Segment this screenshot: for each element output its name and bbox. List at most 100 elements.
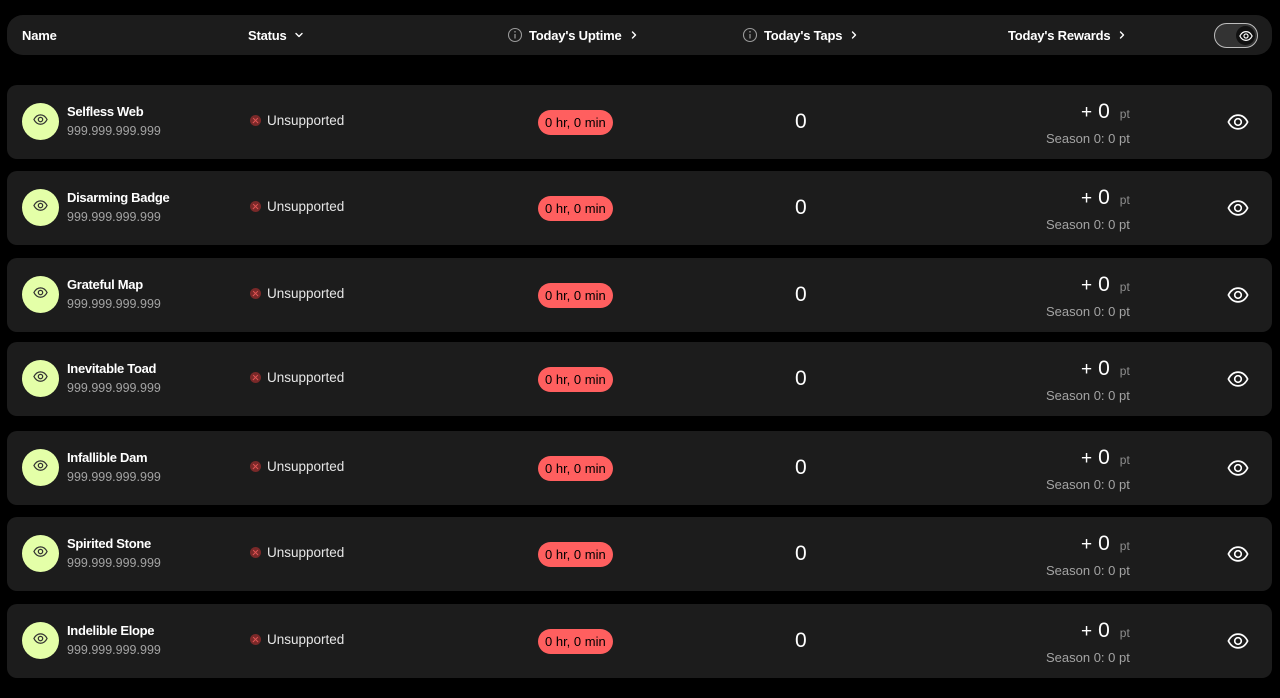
device-ip: 999.999.999.999 (67, 297, 161, 311)
eye-icon[interactable] (1227, 197, 1249, 219)
table-row[interactable]: Indelible Elope 999.999.999.999 Unsuppor… (7, 604, 1272, 678)
reward-plus: + (1081, 448, 1093, 469)
table-row[interactable]: Infallible Dam 999.999.999.999 Unsupport… (7, 431, 1272, 505)
eye-icon (33, 544, 48, 564)
table-header: Name Status Today's Uptime Today's Taps … (7, 15, 1272, 55)
uptime-badge: 0 hr, 0 min (538, 110, 613, 135)
status-badge: Unsupported (250, 199, 344, 214)
reward-value: 0 (1098, 273, 1110, 296)
error-icon (250, 547, 261, 558)
error-icon (250, 201, 261, 212)
uptime-badge: 0 hr, 0 min (538, 456, 613, 481)
eye-icon (33, 198, 48, 218)
eye-icon[interactable] (1227, 630, 1249, 652)
avatar (22, 103, 59, 140)
device-name: Infallible Dam (67, 450, 148, 465)
status-label: Unsupported (267, 113, 345, 128)
device-ip: 999.999.999.999 (67, 643, 161, 657)
device-name: Grateful Map (67, 277, 143, 292)
eye-icon[interactable] (1227, 543, 1249, 565)
reward-unit: pt (1119, 107, 1130, 121)
taps-count: 0 (795, 110, 807, 133)
uptime-badge: 0 hr, 0 min (538, 283, 613, 308)
column-header-rewards[interactable]: Today's Rewards (1008, 15, 1128, 55)
error-icon (250, 461, 261, 472)
device-name: Inevitable Toad (67, 361, 157, 376)
error-icon (250, 288, 261, 299)
table-row[interactable]: Inevitable Toad 999.999.999.999 Unsuppor… (7, 342, 1272, 416)
season-reward: Season 0: 0 pt (1046, 388, 1130, 403)
reward-plus: + (1081, 534, 1093, 555)
reward-value: 0 (1098, 186, 1110, 209)
season-reward: Season 0: 0 pt (1046, 650, 1130, 665)
device-ip: 999.999.999.999 (67, 381, 161, 395)
error-icon (250, 372, 261, 383)
device-ip: 999.999.999.999 (67, 124, 161, 138)
status-badge: Unsupported (250, 545, 344, 560)
device-ip: 999.999.999.999 (67, 470, 161, 484)
season-reward: Season 0: 0 pt (1046, 217, 1130, 232)
eye-icon (33, 631, 48, 651)
error-icon (250, 634, 261, 645)
season-reward: Season 0: 0 pt (1046, 304, 1130, 319)
season-reward: Season 0: 0 pt (1046, 477, 1130, 492)
eye-icon (33, 369, 48, 389)
eye-icon[interactable] (1227, 284, 1249, 306)
status-badge: Unsupported (250, 459, 344, 474)
status-label: Unsupported (267, 632, 345, 647)
status-label: Unsupported (267, 459, 345, 474)
column-header-taps[interactable]: Today's Taps (742, 15, 860, 55)
chevron-right-icon (1116, 29, 1128, 41)
avatar (22, 189, 59, 226)
taps-count: 0 (795, 196, 807, 219)
reward-today: + 0 pt (1081, 446, 1130, 470)
taps-count: 0 (795, 456, 807, 479)
table-row[interactable]: Spirited Stone 999.999.999.999 Unsupport… (7, 517, 1272, 591)
reward-value: 0 (1098, 619, 1110, 642)
column-header-uptime-label: Today's Uptime (529, 27, 622, 43)
table-row[interactable]: Grateful Map 999.999.999.999 Unsupported… (7, 258, 1272, 332)
uptime-badge: 0 hr, 0 min (538, 367, 613, 392)
avatar (22, 622, 59, 659)
reward-today: + 0 pt (1081, 186, 1130, 210)
reward-value: 0 (1098, 532, 1110, 555)
eye-icon (1236, 26, 1255, 45)
reward-plus: + (1081, 275, 1093, 296)
eye-icon (33, 458, 48, 478)
reward-plus: + (1081, 102, 1093, 123)
visibility-toggle[interactable] (1214, 23, 1258, 48)
column-header-taps-label: Today's Taps (764, 27, 843, 43)
status-label: Unsupported (267, 286, 345, 301)
status-label: Unsupported (267, 199, 345, 214)
column-header-status-label: Status (248, 27, 287, 43)
reward-value: 0 (1098, 100, 1110, 123)
eye-icon[interactable] (1227, 368, 1249, 390)
info-icon[interactable] (507, 27, 523, 43)
table-row[interactable]: Disarming Badge 999.999.999.999 Unsuppor… (7, 171, 1272, 245)
chevron-right-icon (848, 29, 860, 41)
uptime-badge: 0 hr, 0 min (538, 196, 613, 221)
info-icon[interactable] (742, 27, 758, 43)
device-name: Indelible Elope (67, 623, 155, 638)
status-badge: Unsupported (250, 113, 344, 128)
reward-plus: + (1081, 621, 1093, 642)
taps-count: 0 (795, 629, 807, 652)
column-header-uptime[interactable]: Today's Uptime (507, 15, 640, 55)
reward-today: + 0 pt (1081, 357, 1130, 381)
avatar (22, 535, 59, 572)
reward-today: + 0 pt (1081, 273, 1130, 297)
column-header-name-label: Name (22, 27, 57, 43)
column-header-name[interactable]: Name (22, 15, 57, 55)
device-ip: 999.999.999.999 (67, 210, 161, 224)
reward-unit: pt (1119, 280, 1130, 294)
avatar (22, 449, 59, 486)
eye-icon[interactable] (1227, 457, 1249, 479)
reward-unit: pt (1119, 453, 1130, 467)
column-header-status[interactable]: Status (248, 15, 305, 55)
eye-icon[interactable] (1227, 111, 1249, 133)
reward-plus: + (1081, 359, 1093, 380)
table-row[interactable]: Selfless Web 999.999.999.999 Unsupported… (7, 85, 1272, 159)
chevron-down-icon (293, 29, 305, 41)
season-reward: Season 0: 0 pt (1046, 563, 1130, 578)
reward-plus: + (1081, 188, 1093, 209)
